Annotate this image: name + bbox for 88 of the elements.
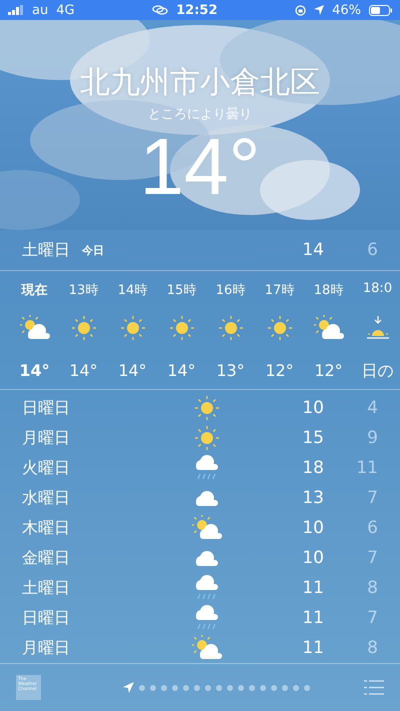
sun-icon [118,314,146,342]
low-temperature: 4 [366,398,378,418]
page-dot[interactable] [260,684,266,690]
high-temperature: 11 [301,638,324,658]
sun-icon [70,314,98,342]
high-temperature: 10 [301,518,324,538]
low-temperature: 7 [366,548,378,568]
high-temperature: 11 [301,578,324,598]
page-dot[interactable] [172,684,178,690]
location-arrow-icon [314,5,324,15]
carrier: au [32,2,48,18]
day-name: 木曜日 [22,518,70,538]
hour-temperature: 14° [118,361,147,380]
sun-icon [193,394,221,422]
page-dot[interactable] [282,684,288,690]
high-temperature: 11 [301,608,324,628]
sun-icon [193,424,221,452]
current-temperature: 14° [140,127,260,207]
hour-label: 15時 [166,282,196,299]
low-temperature: 6 [366,240,378,260]
day-name: 火曜日 [22,458,70,478]
page-dot[interactable] [150,684,156,690]
hour-label: 18:0 [362,281,392,298]
page-dot[interactable] [227,684,233,690]
hour-label: 14時 [118,282,148,299]
sun-icon [216,314,244,342]
hour-temperature: 14° [19,361,50,380]
sun-behind-cloud-icon [192,515,222,541]
signal-icon [8,5,24,15]
day-name: 日曜日 [22,608,70,628]
list-icon[interactable] [364,680,384,695]
link-icon [152,5,168,15]
day-name: 月曜日 [22,428,70,448]
low-temperature: 11 [355,458,378,478]
low-temperature: 7 [366,488,378,508]
day-name: 金曜日 [22,548,70,568]
low-temperature: 8 [366,578,378,598]
high-temperature: 14 [301,240,324,260]
hour-temperature: 12° [314,361,343,380]
day-name: 水曜日 [22,488,70,508]
day-name: 土曜日 [22,578,70,598]
sun-icon [168,314,196,342]
hour-label: 16時 [216,282,246,299]
page-dot[interactable] [194,684,200,690]
page-dot[interactable] [216,684,222,690]
high-temperature: 15 [301,428,324,448]
rotation-lock-icon [295,4,306,16]
today-label: 今日 [82,242,104,258]
hour-temperature: 12° [265,361,294,380]
page-dot[interactable] [293,684,299,690]
low-temperature: 6 [366,518,378,538]
page-dot[interactable] [304,684,310,690]
network-type: 4G [56,2,75,18]
high-temperature: 18 [301,458,324,478]
hour-label: 17時 [264,282,294,299]
location-arrow-icon[interactable] [123,682,134,693]
hour-temperature: 13° [216,361,245,380]
low-temperature: 7 [366,608,378,628]
hour-label: 現在 [22,282,48,299]
hour-label: 13時 [68,282,98,299]
page-dot[interactable] [205,684,211,690]
page-dot[interactable] [249,684,255,690]
sun-behind-cloud-icon [20,315,50,341]
page-dot[interactable] [139,684,145,690]
battery-percent: 46% [332,2,361,18]
high-temperature: 10 [301,548,324,568]
sun-icon [266,314,294,342]
day-name: 日曜日 [22,398,70,418]
page-dot[interactable] [161,684,167,690]
page-dot[interactable] [183,684,189,690]
day-name: 月曜日 [22,638,70,658]
sun-behind-cloud-icon [314,315,344,341]
clock: 12:52 [176,2,218,18]
city-name: 北九州市小倉北区 [80,64,320,102]
high-temperature: 10 [301,398,324,418]
page-dot[interactable] [238,684,244,690]
low-temperature: 8 [366,638,378,658]
battery-icon [369,4,392,16]
hour-temperature: 日の [362,361,394,382]
hour-temperature: 14° [167,361,196,380]
high-temperature: 13 [301,488,324,508]
page-dot[interactable] [271,684,277,690]
weather-condition: ところにより曇り [148,106,252,123]
low-temperature: 9 [366,428,378,448]
hour-label: 18時 [314,282,344,299]
sun-behind-cloud-icon [192,635,222,661]
day-name: 土曜日 [22,240,70,260]
hour-temperature: 14° [69,361,98,380]
